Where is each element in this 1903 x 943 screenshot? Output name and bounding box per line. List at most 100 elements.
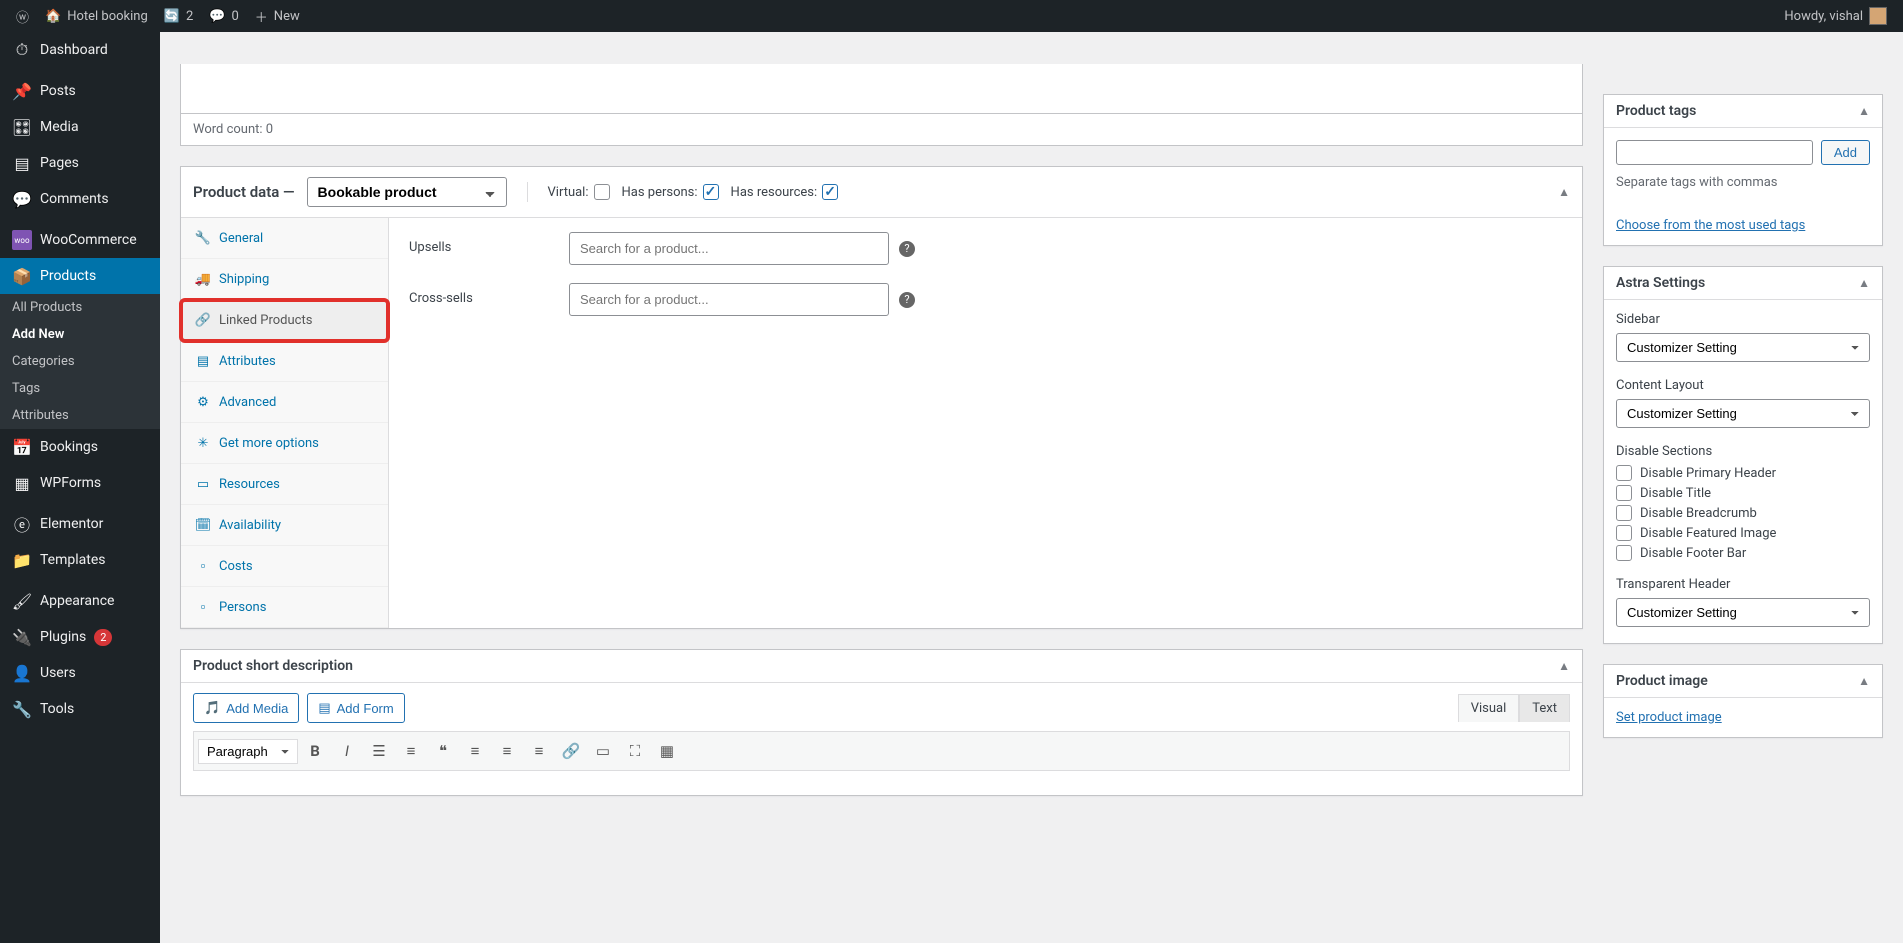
separator <box>527 182 528 202</box>
sidebar-item-bookings[interactable]: 📅Bookings <box>0 429 160 465</box>
editor-mode-tabs: Visual Text <box>1458 694 1570 722</box>
wp-logo[interactable]: ⓦ <box>8 0 37 32</box>
align-center-button[interactable]: ≡ <box>492 736 522 766</box>
virtual-checkbox[interactable] <box>594 184 610 200</box>
sidebar-item-users[interactable]: 👤Users <box>0 655 160 691</box>
toggle-panel-icon[interactable]: ▲ <box>1858 276 1870 290</box>
sidebar-item-elementor[interactable]: ⓔElementor <box>0 506 160 542</box>
product-type-select[interactable]: Bookable product <box>307 177 507 207</box>
sidebar-item-wpforms[interactable]: ▦WPForms <box>0 465 160 501</box>
sidebar-item-tools[interactable]: 🔧Tools <box>0 691 160 727</box>
plug-icon: 🔌 <box>12 627 32 647</box>
money-icon: ▫ <box>195 558 211 574</box>
more-button[interactable]: ▭ <box>588 736 618 766</box>
sidebar-item-woocommerce[interactable]: wooWooCommerce <box>0 222 160 258</box>
tab-resources[interactable]: ▭Resources <box>181 464 388 505</box>
add-media-button[interactable]: 🎵Add Media <box>193 693 299 723</box>
choose-tags-link[interactable]: Choose from the most used tags <box>1616 218 1805 233</box>
help-icon[interactable]: ? <box>899 241 915 257</box>
folder-icon: 📁 <box>12 550 32 570</box>
has-persons-checkbox[interactable] <box>703 184 719 200</box>
set-product-image-link[interactable]: Set product image <box>1616 710 1722 725</box>
tab-linked-products[interactable]: 🔗Linked Products <box>181 300 388 341</box>
tag-input[interactable] <box>1616 140 1813 165</box>
admin-sidebar: ⏱Dashboard 📌Posts 🎛Media ▤Pages 💬Comment… <box>0 32 160 943</box>
user-icon: 👤 <box>12 663 32 683</box>
upsells-row: Upsells ? <box>409 232 1562 265</box>
wrench-icon: 🔧 <box>195 230 211 246</box>
description-editor-body[interactable] <box>180 64 1583 114</box>
sidebar-item-pages[interactable]: ▤Pages <box>0 145 160 181</box>
add-tag-button[interactable]: Add <box>1821 140 1870 165</box>
link-button[interactable]: 🔗 <box>556 736 586 766</box>
product-image-title: Product image <box>1616 673 1708 689</box>
comments-link[interactable]: 💬0 <box>201 0 247 32</box>
align-left-button[interactable]: ≡ <box>460 736 490 766</box>
cross-sells-input[interactable] <box>569 283 889 316</box>
admin-bar: ⓦ 🏠Hotel booking 🔄2 💬0 ＋New Howdy, visha… <box>0 0 1903 32</box>
ul-button[interactable]: ☰ <box>364 736 394 766</box>
astra-content-layout-select[interactable]: Customizer Setting <box>1616 399 1870 428</box>
visual-tab[interactable]: Visual <box>1458 694 1520 722</box>
submenu-add-new[interactable]: Add New <box>0 321 160 348</box>
site-link[interactable]: 🏠Hotel booking <box>37 0 156 32</box>
sidebar-item-appearance[interactable]: 🖌Appearance <box>0 583 160 619</box>
cross-sells-label: Cross-sells <box>409 283 549 306</box>
submenu-all-products[interactable]: All Products <box>0 294 160 321</box>
disable-featured-checkbox[interactable] <box>1616 525 1632 541</box>
ol-button[interactable]: ≡ <box>396 736 426 766</box>
tab-get-more[interactable]: ✳Get more options <box>181 423 388 464</box>
updates-link[interactable]: 🔄2 <box>156 0 202 32</box>
updates-count: 2 <box>186 9 193 24</box>
astra-sidebar-select[interactable]: Customizer Setting <box>1616 333 1870 362</box>
tab-general[interactable]: 🔧General <box>181 218 388 259</box>
disable-breadcrumb-checkbox[interactable] <box>1616 505 1632 521</box>
product-data-body: 🔧General 🚚Shipping 🔗Linked Products ▤Att… <box>181 218 1582 628</box>
has-resources-checkbox[interactable] <box>822 184 838 200</box>
transparent-header-select[interactable]: Customizer Setting <box>1616 598 1870 627</box>
toggle-panel-icon[interactable]: ▲ <box>1558 659 1570 673</box>
user-menu[interactable]: Howdy, vishal <box>1784 7 1895 25</box>
sidebar-item-plugins[interactable]: 🔌Plugins 2 <box>0 619 160 655</box>
side-column: Product tags ▲ Add Separate tags with co… <box>1603 64 1883 816</box>
editor-footer: Word count: 0 <box>180 114 1583 146</box>
short-description-title: Product short description <box>193 658 353 674</box>
elementor-icon: ⓔ <box>12 514 32 534</box>
tab-attributes[interactable]: ▤Attributes <box>181 341 388 382</box>
toggle-panel-icon[interactable]: ▲ <box>1558 185 1570 199</box>
blockquote-button[interactable]: ❝ <box>428 736 458 766</box>
sidebar-item-dashboard[interactable]: ⏱Dashboard <box>0 32 160 68</box>
submenu-categories[interactable]: Categories <box>0 348 160 375</box>
new-label: New <box>274 9 300 24</box>
disable-title-checkbox[interactable] <box>1616 485 1632 501</box>
disable-primary-checkbox[interactable] <box>1616 465 1632 481</box>
format-select[interactable]: Paragraph <box>198 739 298 764</box>
sidebar-item-posts[interactable]: 📌Posts <box>0 73 160 109</box>
tab-availability[interactable]: 🗓Availability <box>181 505 388 546</box>
tab-advanced[interactable]: ⚙Advanced <box>181 382 388 423</box>
disable-footer-checkbox[interactable] <box>1616 545 1632 561</box>
add-form-button[interactable]: ▤Add Form <box>307 693 404 723</box>
tab-costs[interactable]: ▫Costs <box>181 546 388 587</box>
sidebar-item-comments[interactable]: 💬Comments <box>0 181 160 217</box>
align-right-button[interactable]: ≡ <box>524 736 554 766</box>
sidebar-item-media[interactable]: 🎛Media <box>0 109 160 145</box>
virtual-label: Virtual: <box>548 185 589 200</box>
calendar-icon: 📅 <box>12 437 32 457</box>
submenu-tags[interactable]: Tags <box>0 375 160 402</box>
upsells-input[interactable] <box>569 232 889 265</box>
submenu-attributes[interactable]: Attributes <box>0 402 160 429</box>
sidebar-item-products[interactable]: 📦Products <box>0 258 160 294</box>
new-link[interactable]: ＋New <box>247 0 308 32</box>
help-icon[interactable]: ? <box>899 292 915 308</box>
bold-button[interactable]: B <box>300 736 330 766</box>
tab-persons[interactable]: ▫Persons <box>181 587 388 628</box>
italic-button[interactable]: I <box>332 736 362 766</box>
toolbar-toggle-button[interactable]: ▦ <box>652 736 682 766</box>
text-tab[interactable]: Text <box>1519 694 1570 722</box>
toggle-panel-icon[interactable]: ▲ <box>1858 674 1870 688</box>
toggle-panel-icon[interactable]: ▲ <box>1858 104 1870 118</box>
sidebar-item-templates[interactable]: 📁Templates <box>0 542 160 578</box>
tab-shipping[interactable]: 🚚Shipping <box>181 259 388 300</box>
fullscreen-button[interactable]: ⛶ <box>620 736 650 766</box>
